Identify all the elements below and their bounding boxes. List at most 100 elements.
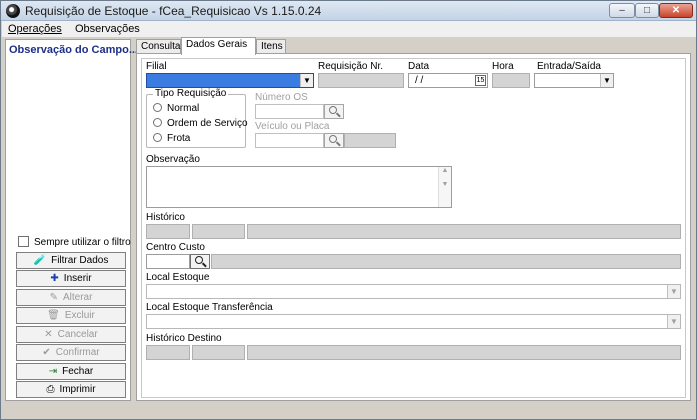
data-field[interactable]: / / 15	[408, 73, 488, 88]
calendar-icon[interactable]: 15	[475, 75, 486, 86]
radio-normal[interactable]: Normal	[153, 103, 199, 114]
centro-custo-label: Centro Custo	[146, 242, 205, 253]
menu-operacoes[interactable]: Operações	[8, 23, 62, 35]
maximize-button[interactable]: □	[635, 3, 659, 18]
local-estoque-transf-dropdown[interactable]: ▼	[146, 314, 681, 329]
search-icon	[329, 135, 337, 143]
radio-normal-label: Normal	[167, 103, 200, 114]
veiculo-search-button[interactable]	[324, 133, 344, 148]
tab-consulta[interactable]: Consulta	[136, 39, 181, 54]
historico-destino-sub-field	[192, 345, 245, 360]
app-icon	[6, 4, 20, 18]
close-form-label: Fechar	[62, 366, 94, 377]
tab-panel-dados-gerais: Filial Requisição Nr. Data Hora Entrada/…	[136, 53, 691, 401]
close-button[interactable]: ✕	[659, 3, 693, 18]
observacao-label: Observação	[146, 154, 200, 165]
veiculo-field[interactable]	[255, 133, 324, 148]
edit-icon: ✎	[49, 292, 58, 303]
veiculo-description-field	[344, 133, 396, 148]
cancel-label: Cancelar	[57, 329, 98, 340]
observacao-scrollbar[interactable]: ▲ ▼	[438, 167, 451, 207]
window-title: Requisição de Estoque - fCea_Requisicao …	[25, 4, 322, 18]
radio-ordem-servico-label: Ordem de Serviço	[167, 118, 248, 129]
cancel-button[interactable]: ✕ Cancelar	[16, 326, 126, 343]
delete-button[interactable]: 🗑 Excluir	[16, 307, 126, 324]
close-door-icon: ⇥	[48, 366, 58, 377]
historico-code-field	[146, 224, 190, 239]
menu-observacoes-label: Observações	[75, 23, 140, 35]
historico-sub-field	[192, 224, 245, 239]
hora-label: Hora	[492, 61, 514, 72]
printer-icon: ⎙	[46, 384, 55, 395]
observacao-textarea[interactable]: ▲ ▼	[146, 166, 452, 208]
local-estoque-transf-label: Local Estoque Transferência	[146, 302, 273, 313]
search-icon	[329, 106, 337, 114]
edit-label: Alterar	[62, 292, 93, 303]
historico-label: Histórico	[146, 212, 185, 223]
tipo-requisicao-title: Tipo Requisição	[153, 88, 229, 99]
hora-field	[492, 73, 530, 88]
flask-icon: 🧪	[33, 255, 47, 266]
tipo-requisicao-group: Tipo Requisição Normal Ordem de Serviço …	[146, 88, 248, 148]
numero-os-search-button[interactable]	[324, 104, 344, 119]
historico-description-field	[247, 224, 681, 239]
data-label: Data	[408, 61, 430, 72]
centro-custo-search-button[interactable]	[190, 254, 210, 269]
insert-label: Inserir	[63, 273, 92, 284]
filial-dropdown[interactable]: ▼	[146, 73, 314, 88]
requisicao-field	[318, 73, 404, 88]
cancel-icon: ✕	[44, 329, 53, 340]
requisicao-label: Requisição Nr.	[318, 61, 384, 72]
radio-ordem-servico-dot[interactable]	[153, 118, 162, 127]
centro-custo-field[interactable]	[146, 254, 190, 269]
filial-label: Filial	[146, 61, 167, 72]
radio-normal-dot[interactable]	[153, 103, 162, 112]
edit-button[interactable]: ✎ Alterar	[16, 289, 126, 306]
centro-custo-description-field	[211, 254, 681, 269]
always-filter-checkbox[interactable]	[18, 236, 29, 247]
numero-os-field[interactable]	[255, 104, 324, 119]
historico-destino-description-field	[247, 345, 681, 360]
numero-os-label: Número OS	[255, 92, 308, 103]
tab-itens[interactable]: Itens	[256, 39, 286, 54]
title-bar[interactable]: Requisição de Estoque - fCea_Requisicao …	[1, 1, 696, 21]
tab-dados-gerais[interactable]: Dados Gerais	[181, 37, 256, 55]
radio-frota-dot[interactable]	[153, 133, 162, 142]
delete-label: Excluir	[64, 310, 95, 321]
close-form-button[interactable]: ⇥ Fechar	[16, 363, 126, 380]
minimize-button[interactable]: –	[609, 3, 635, 18]
radio-ordem-servico[interactable]: Ordem de Serviço	[153, 118, 248, 129]
left-panel: Observação do Campo... Sempre utilizar o…	[5, 39, 138, 401]
menu-observacoes[interactable]: Observações	[75, 23, 140, 35]
entrada-saida-label: Entrada/Saída	[537, 61, 601, 72]
check-icon: ✔	[42, 347, 51, 358]
insert-icon: ✚	[50, 273, 59, 284]
print-label: Imprimir	[59, 384, 96, 395]
confirm-label: Confirmar	[55, 347, 100, 358]
confirm-button[interactable]: ✔ Confirmar	[16, 344, 126, 361]
local-estoque-dropdown[interactable]: ▼	[146, 284, 681, 299]
entrada-saida-dropdown[interactable]: ▼	[534, 73, 614, 88]
always-filter-checkbox-row[interactable]: Sempre utilizar o filtro	[18, 236, 131, 248]
historico-destino-label: Histórico Destino	[146, 333, 222, 344]
observation-title: Observação do Campo...	[9, 44, 138, 56]
print-button[interactable]: ⎙ Imprimir	[16, 381, 126, 398]
radio-frota-label: Frota	[167, 133, 191, 144]
radio-frota[interactable]: Frota	[153, 133, 190, 144]
menu-bar: Operações Observações	[2, 21, 696, 38]
historico-destino-code-field	[146, 345, 190, 360]
chevron-down-icon: ▼	[300, 74, 313, 87]
trash-icon: 🗑	[47, 310, 60, 321]
insert-button[interactable]: ✚ Inserir	[16, 270, 126, 287]
filter-data-label: Filtrar Dados	[51, 255, 109, 266]
chevron-down-icon: ▼	[600, 74, 613, 87]
always-filter-label: Sempre utilizar o filtro	[34, 237, 131, 248]
chevron-down-icon: ▼	[667, 315, 680, 328]
form-area: Filial Requisição Nr. Data Hora Entrada/…	[141, 58, 686, 398]
search-icon	[195, 256, 203, 264]
main-window: Requisição de Estoque - fCea_Requisicao …	[0, 0, 697, 420]
data-value: / /	[415, 75, 424, 86]
filter-data-button[interactable]: 🧪 Filtrar Dados	[16, 252, 126, 269]
chevron-down-icon: ▼	[667, 285, 680, 298]
local-estoque-label: Local Estoque	[146, 272, 210, 283]
